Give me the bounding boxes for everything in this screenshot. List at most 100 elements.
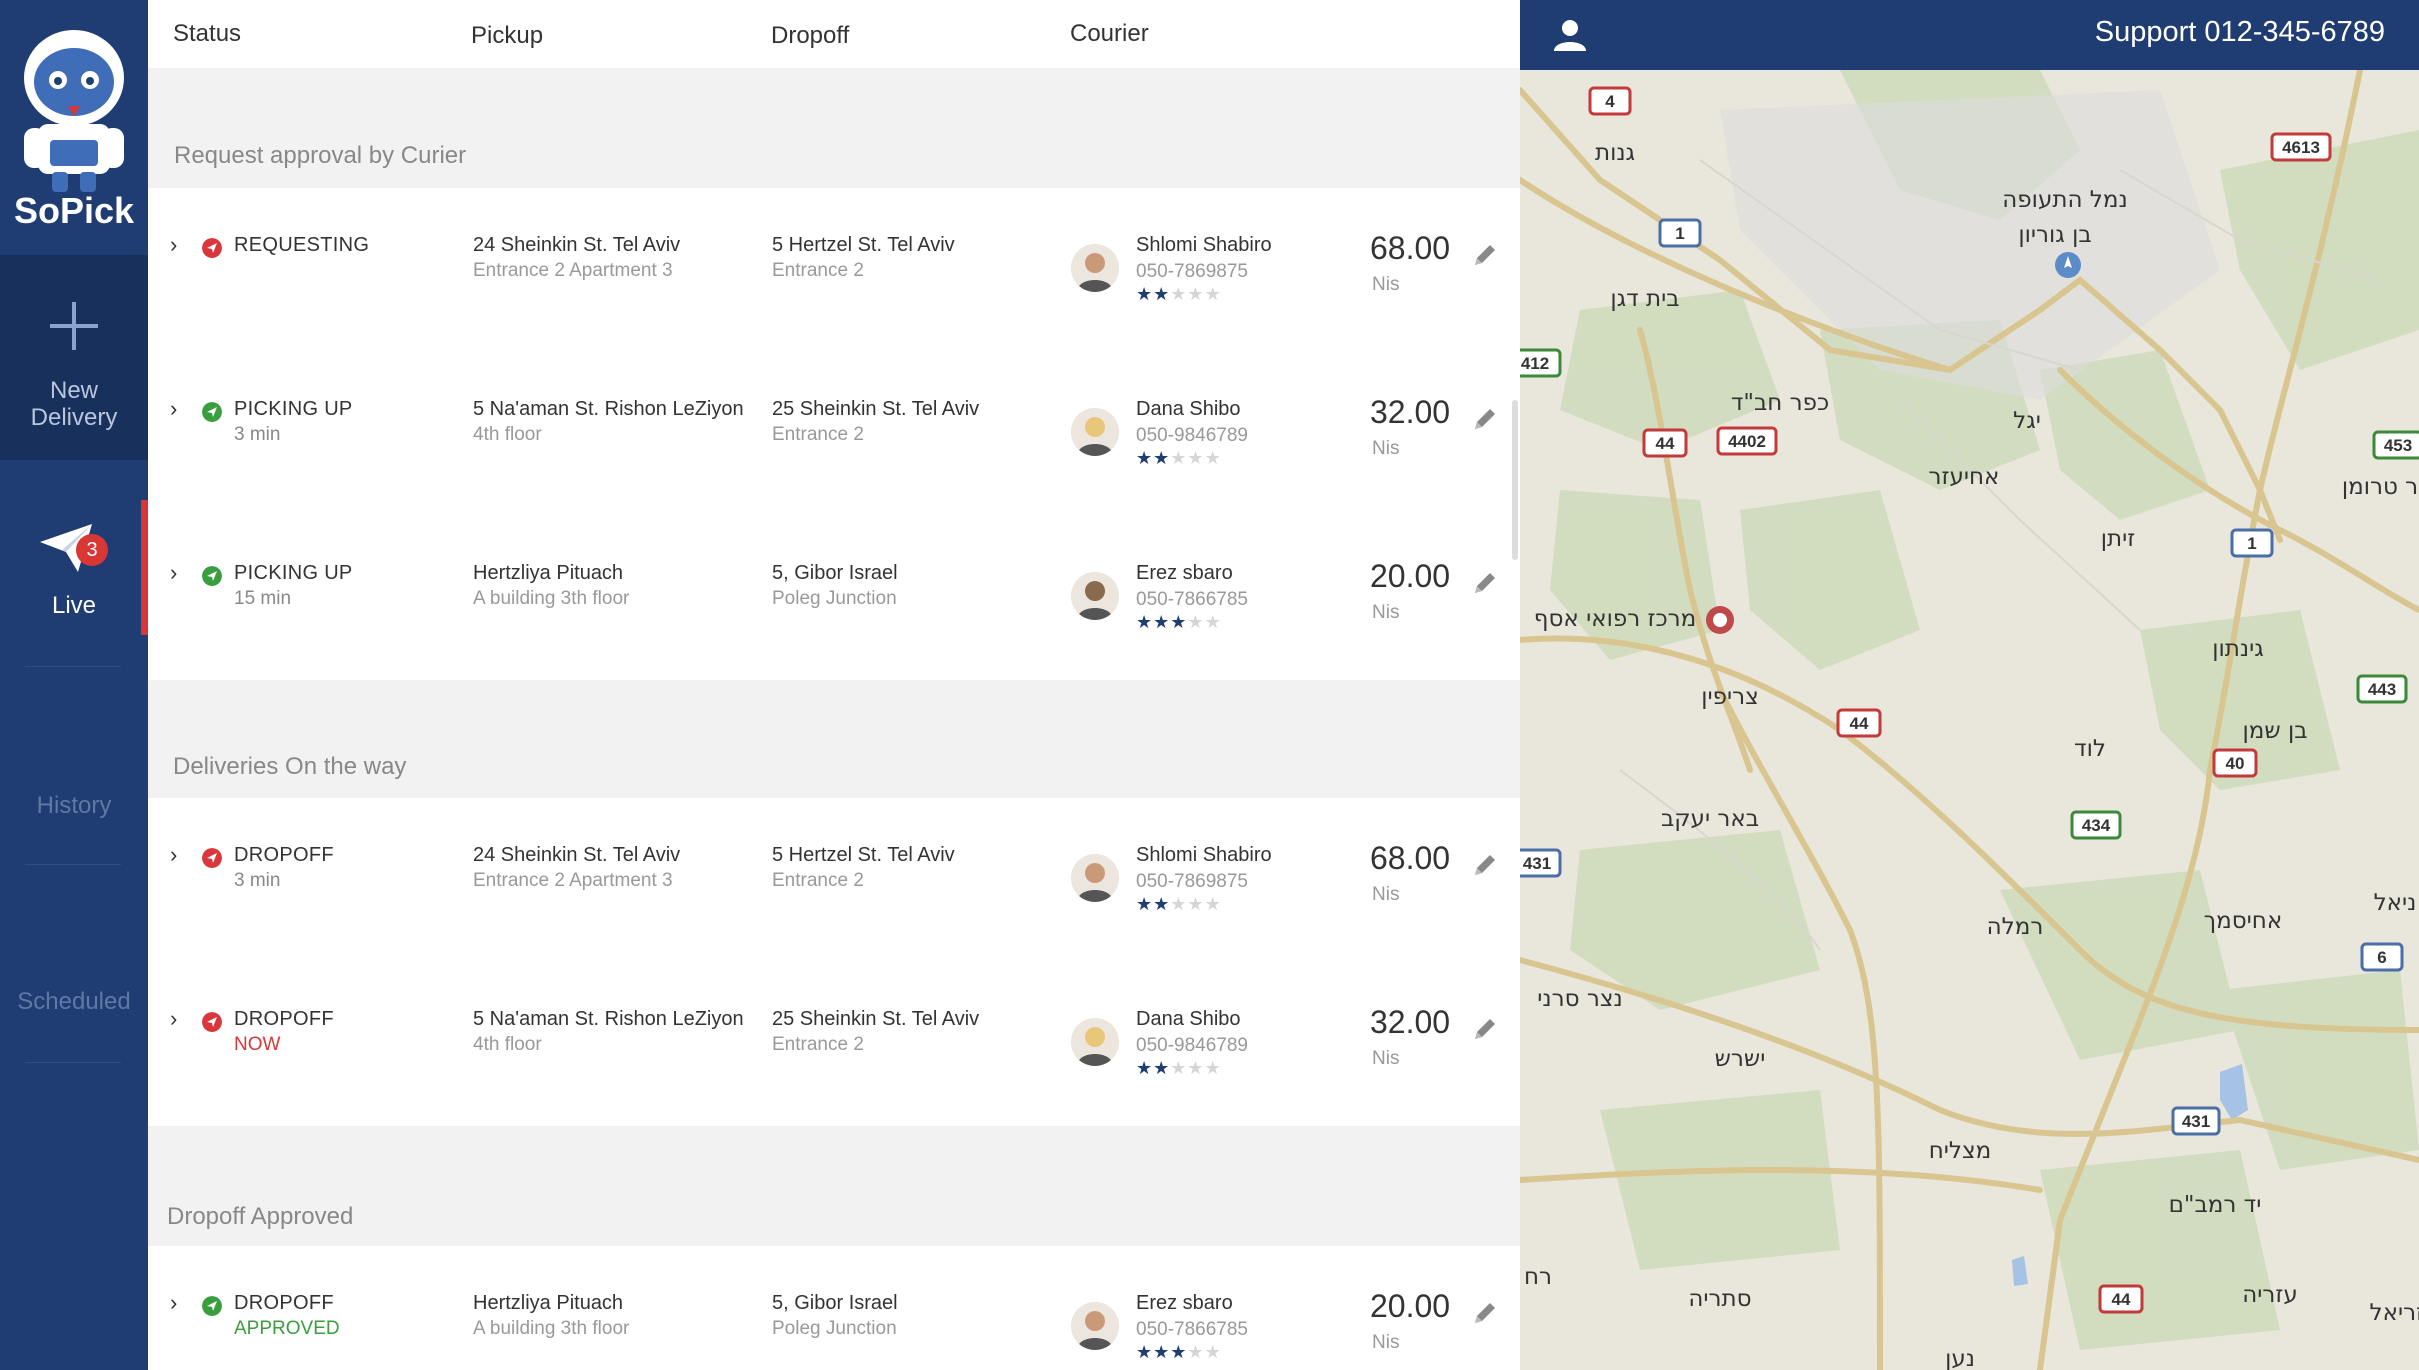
- star-icon: ★: [1170, 612, 1188, 632]
- courier-rating: ★★★★★: [1136, 894, 1222, 915]
- column-courier[interactable]: Courier: [1070, 20, 1149, 48]
- currency: Nis: [1372, 438, 1400, 459]
- price: 68.00: [1370, 230, 1451, 266]
- sidebar-item-scheduled[interactable]: Scheduled: [0, 988, 148, 1015]
- courier-name[interactable]: Shlomi Shabiro: [1136, 844, 1272, 867]
- svg-text:431: 431: [2182, 1112, 2210, 1131]
- dropoff-address: 25 Sheinkin St. Tel Aviv: [772, 398, 980, 420]
- courier-name[interactable]: Dana Shibo: [1136, 398, 1241, 421]
- courier-phone: 050-7866785: [1136, 1319, 1248, 1340]
- expand-chevron-icon[interactable]: ›: [170, 560, 177, 586]
- svg-text:453: 453: [2384, 436, 2412, 455]
- currency: Nis: [1372, 274, 1400, 295]
- currency: Nis: [1372, 602, 1400, 623]
- expand-chevron-icon[interactable]: ›: [170, 1006, 177, 1032]
- mascot-logo-icon: [24, 30, 124, 192]
- map-canvas[interactable]: גנות נמל התעופה בן גוריון בית דגן כפר חב…: [1520, 70, 2419, 1370]
- price: 20.00: [1370, 1288, 1451, 1324]
- avatar: [1071, 244, 1119, 292]
- delivery-row[interactable]: › PICKING UP 15 min Hertzliya Pituach A buil…: [148, 516, 1520, 680]
- new-delivery-label-2: Delivery: [30, 404, 118, 431]
- status-icon: [202, 402, 222, 422]
- map-label: מרכז רפואי אסף: [1534, 606, 1697, 632]
- map-label: נען: [1945, 1346, 1975, 1370]
- map-label: בן שמן: [2242, 718, 2307, 744]
- svg-text:40: 40: [2226, 754, 2245, 773]
- sidebar: SoPick New Delivery 3 Live History Sched…: [0, 0, 148, 1370]
- delivery-row[interactable]: › REQUESTING 24 Sheinkin St. Tel Aviv Entra…: [148, 188, 1520, 352]
- map-label: בן גוריון: [2018, 222, 2091, 248]
- expand-chevron-icon[interactable]: ›: [170, 232, 177, 258]
- expand-chevron-icon[interactable]: ›: [170, 1290, 177, 1316]
- price: 32.00: [1370, 1004, 1451, 1040]
- status-text: DROPOFF: [234, 1008, 334, 1030]
- delivery-row[interactable]: › PICKING UP 3 min 5 Na'aman St. Rishon LeZ…: [148, 352, 1520, 516]
- pickup-address: Hertzliya Pituach: [473, 562, 624, 584]
- svg-text:44: 44: [2112, 1290, 2131, 1309]
- edit-pencil-icon[interactable]: [1470, 404, 1500, 434]
- avatar: [1071, 1018, 1119, 1066]
- courier-phone: 050-7869875: [1136, 261, 1248, 282]
- scrollbar[interactable]: [1512, 400, 1518, 560]
- pickup-details: Entrance 2 Apartment 3: [473, 260, 673, 281]
- edit-pencil-icon[interactable]: [1470, 1298, 1500, 1328]
- section-title: Dropoff Approved: [167, 1203, 354, 1230]
- star-icon: ★: [1170, 894, 1188, 914]
- map-label: גינתון: [2212, 636, 2263, 662]
- divider: [25, 666, 121, 667]
- map-label: באר יעקב: [1661, 806, 1759, 832]
- map[interactable]: גנות נמל התעופה בן גוריון בית דגן כפר חב…: [1520, 70, 2419, 1370]
- star-icon: ★: [1170, 284, 1188, 304]
- user-icon[interactable]: [1552, 17, 1588, 53]
- status-icon: [202, 238, 222, 258]
- map-label: ישרש: [1715, 1046, 1766, 1072]
- edit-pencil-icon[interactable]: [1470, 568, 1500, 598]
- delivery-row[interactable]: › DROPOFF APPROVED Hertzliya Pituach A build…: [148, 1246, 1520, 1370]
- edit-pencil-icon[interactable]: [1470, 850, 1500, 880]
- sidebar-item-live[interactable]: 3 Live: [0, 500, 148, 635]
- expand-chevron-icon[interactable]: ›: [170, 842, 177, 868]
- svg-text:6: 6: [2377, 948, 2386, 967]
- logo[interactable]: SoPick: [0, 0, 148, 255]
- svg-text:1: 1: [1675, 224, 1684, 243]
- status-icon: [202, 1012, 222, 1032]
- column-pickup[interactable]: Pickup: [471, 22, 543, 50]
- delivery-row[interactable]: › DROPOFF NOW 5 Na'aman St. Rishon LeZiyon 4…: [148, 962, 1520, 1126]
- avatar: [1071, 854, 1119, 902]
- courier-rating: ★★★★★: [1136, 284, 1222, 305]
- courier-phone: 050-9846789: [1136, 425, 1248, 446]
- map-label: מצליח: [1929, 1138, 1992, 1164]
- map-label: בית דגן: [1610, 286, 1679, 312]
- top-bar: Support 012-345-6789: [1520, 0, 2419, 70]
- column-dropoff[interactable]: Dropoff: [771, 22, 849, 50]
- star-icon: ★: [1204, 284, 1222, 304]
- dropoff-address: 5 Hertzel St. Tel Aviv: [772, 234, 955, 256]
- expand-chevron-icon[interactable]: ›: [170, 396, 177, 422]
- courier-name[interactable]: Shlomi Shabiro: [1136, 234, 1272, 257]
- edit-pencil-icon[interactable]: [1470, 240, 1500, 270]
- courier-name[interactable]: Erez sbaro: [1136, 562, 1233, 585]
- courier-name[interactable]: Erez sbaro: [1136, 1292, 1233, 1315]
- star-icon: ★: [1204, 612, 1222, 632]
- courier-rating: ★★★★★: [1136, 1058, 1222, 1079]
- sidebar-item-history[interactable]: History: [0, 792, 148, 819]
- star-icon: ★: [1170, 448, 1188, 468]
- star-icon: ★: [1204, 448, 1222, 468]
- dropoff-details: Entrance 2: [772, 870, 864, 891]
- dropoff-details: Poleg Junction: [772, 588, 897, 609]
- star-icon: ★: [1153, 1058, 1171, 1078]
- map-label: יד רמב"ם: [2169, 1192, 2262, 1218]
- brand-name: SoPick: [13, 190, 135, 231]
- star-icon: ★: [1170, 1058, 1188, 1078]
- column-status[interactable]: Status: [173, 20, 241, 48]
- status-icon: [202, 848, 222, 868]
- courier-phone: 050-9846789: [1136, 1035, 1248, 1056]
- star-icon: ★: [1204, 1058, 1222, 1078]
- delivery-row[interactable]: › DROPOFF 3 min 24 Sheinkin St. Tel Aviv Ent…: [148, 798, 1520, 962]
- edit-pencil-icon[interactable]: [1470, 1014, 1500, 1044]
- courier-phone: 050-7866785: [1136, 589, 1248, 610]
- new-delivery-button[interactable]: New Delivery: [0, 255, 148, 460]
- courier-name[interactable]: Dana Shibo: [1136, 1008, 1241, 1031]
- price: 32.00: [1370, 394, 1451, 430]
- support-phone[interactable]: Support 012-345-6789: [2095, 16, 2385, 49]
